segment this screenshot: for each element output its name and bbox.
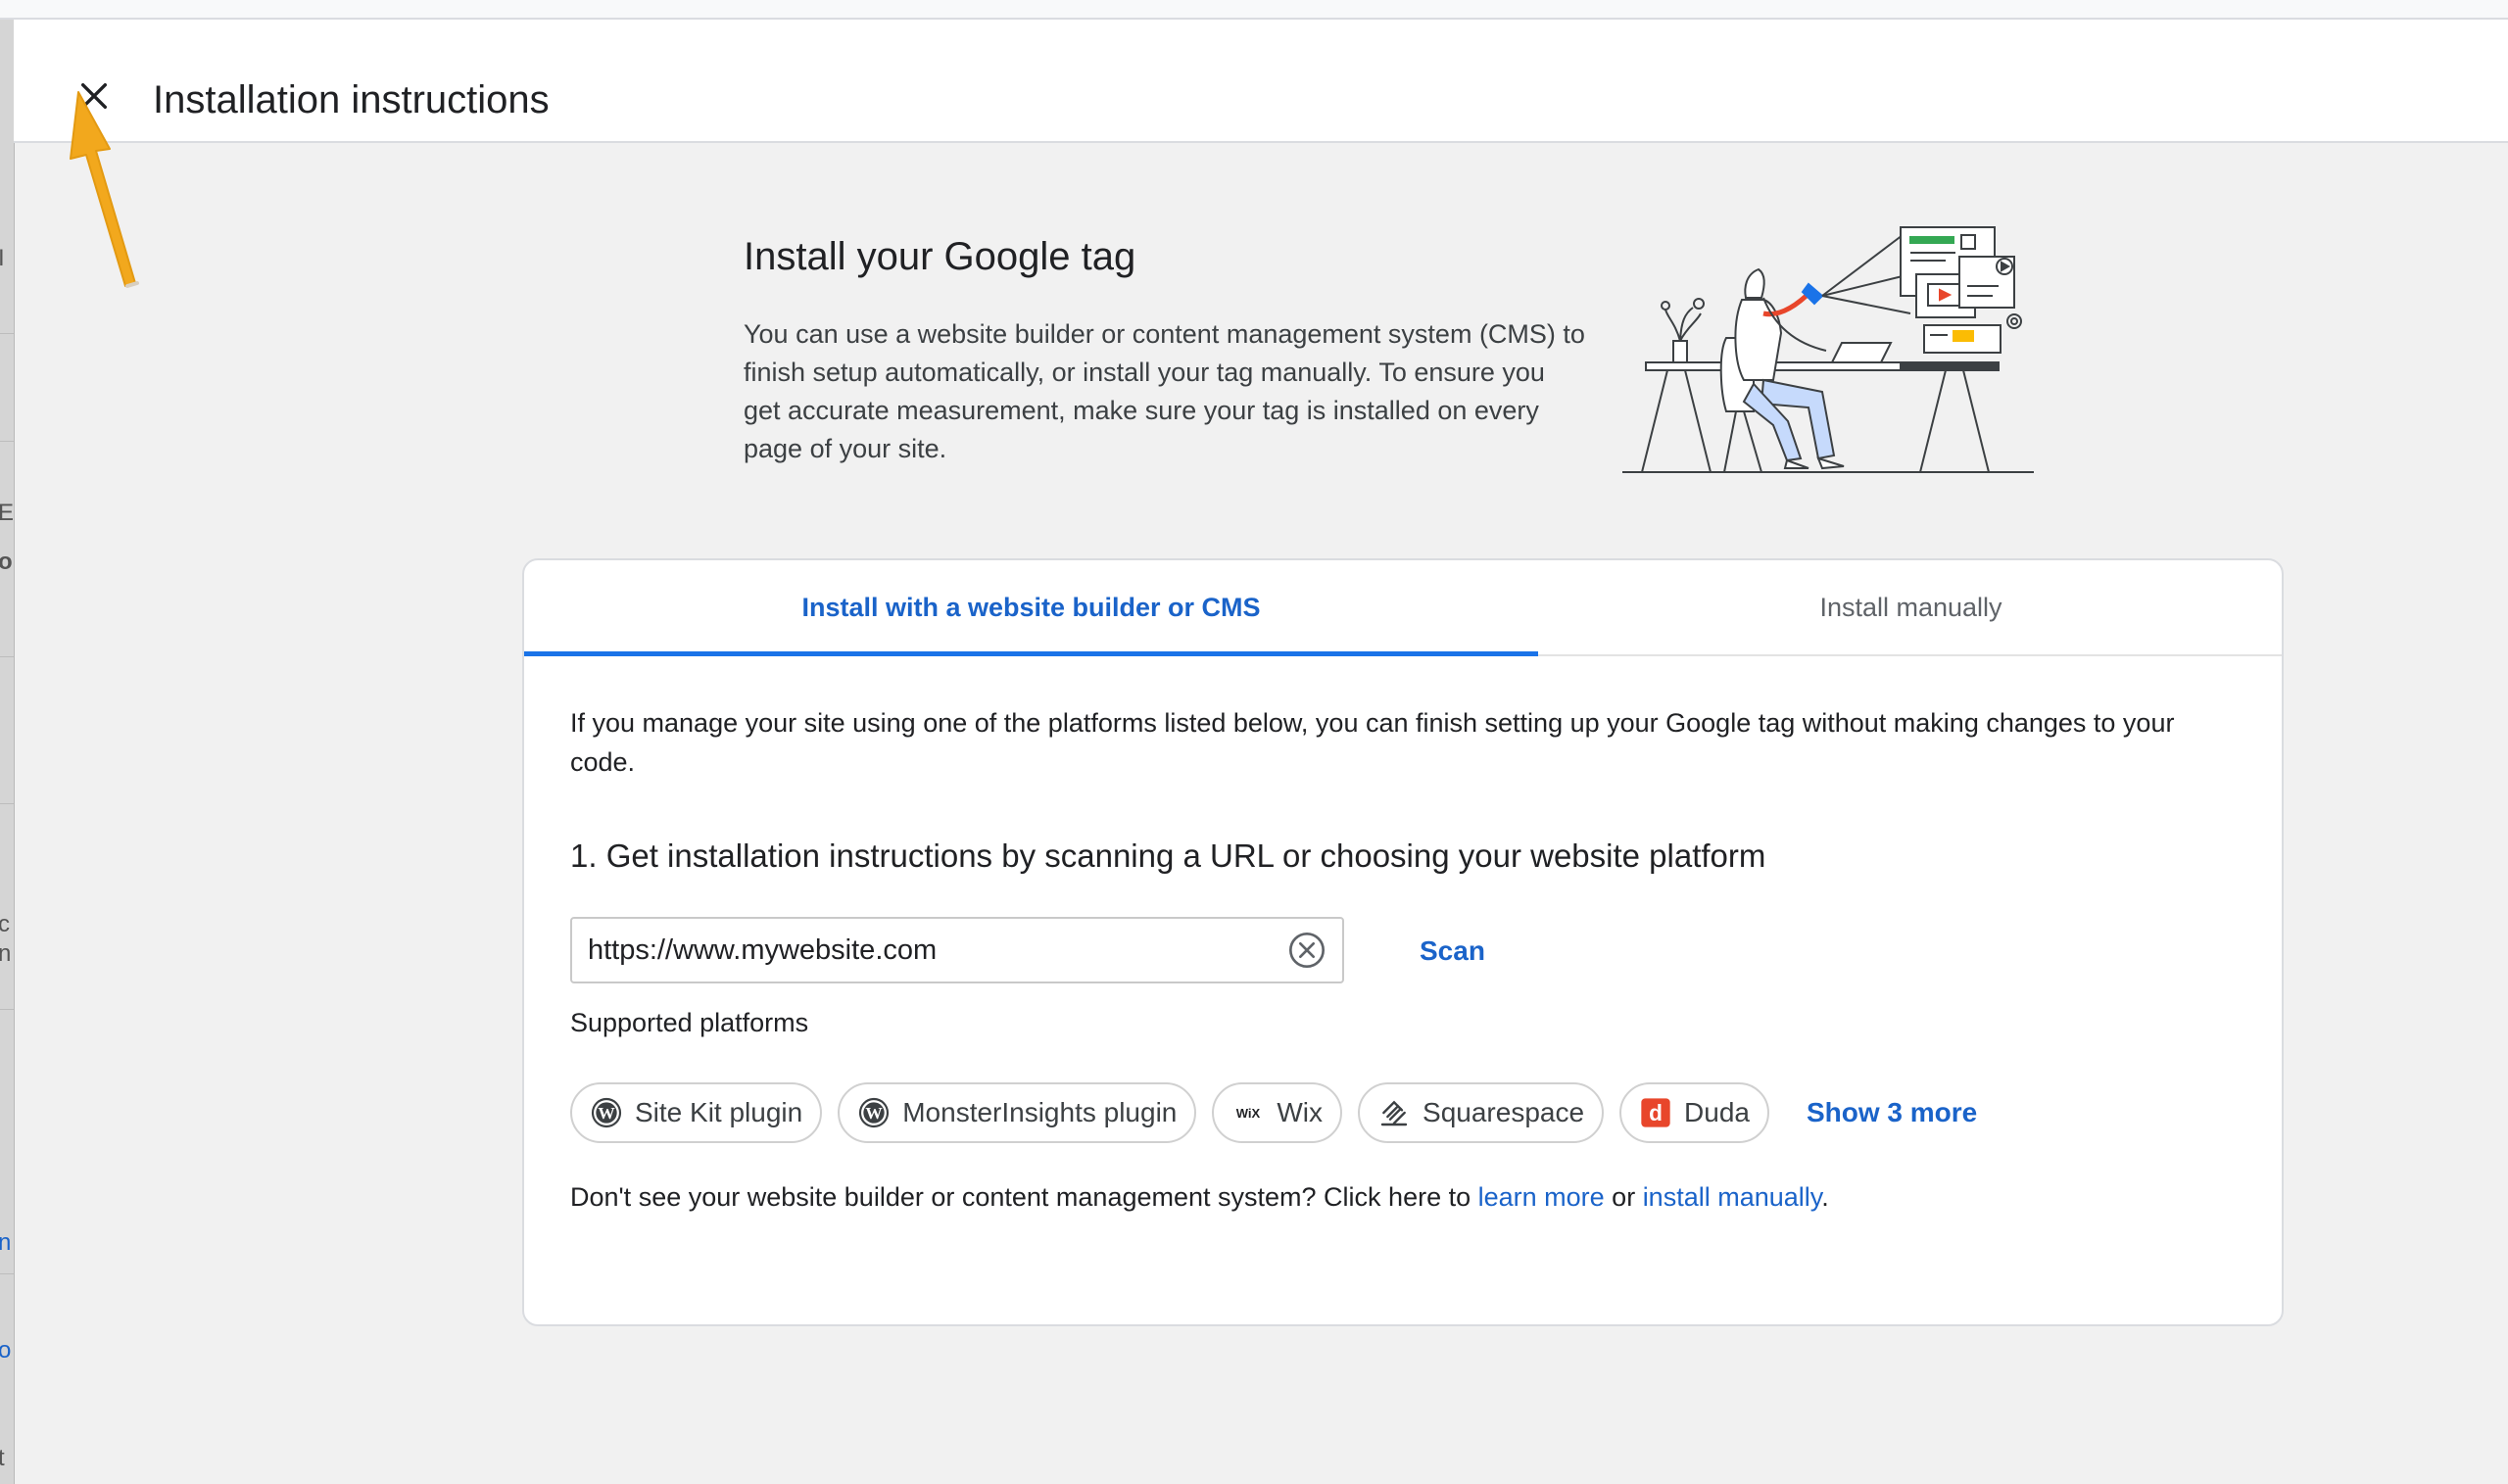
divider — [0, 803, 14, 804]
platform-chip-site-kit[interactable]: W Site Kit plugin — [570, 1082, 823, 1143]
tab-install-manually[interactable]: Install manually — [1538, 560, 2284, 654]
divider — [0, 656, 14, 657]
platform-chip-monsterinsights[interactable]: W MonsterInsights plugin — [838, 1082, 1197, 1143]
tab-website-builder[interactable]: Install with a website builder or CMS — [524, 560, 1538, 656]
hero-description: You can use a website builder or content… — [744, 319, 1585, 463]
platform-chip-squarespace[interactable]: Squarespace — [1358, 1082, 1605, 1143]
platform-chip-duda[interactable]: d Duda — [1619, 1082, 1769, 1143]
background-fragment: E — [0, 500, 14, 527]
background-fragment: c — [0, 911, 10, 938]
dialog-header: Installation instructions — [14, 20, 2508, 143]
background-fragment: I — [0, 245, 5, 272]
svg-text:WiX: WiX — [1236, 1106, 1261, 1121]
learn-more-link[interactable]: learn more — [1478, 1182, 1605, 1212]
platform-label: Squarespace — [1423, 1097, 1585, 1127]
platform-label: MonsterInsights plugin — [902, 1097, 1178, 1127]
dialog-title: Installation instructions — [153, 78, 550, 121]
footer-or: or — [1604, 1182, 1643, 1212]
scan-button[interactable]: Scan — [1406, 924, 1499, 979]
background-fragment: n — [0, 940, 11, 968]
clear-input-button[interactable] — [1278, 921, 1336, 980]
browser-top-strip — [0, 0, 2508, 20]
hero-title: Install your Google tag — [744, 235, 1136, 278]
svg-text:d: d — [1649, 1100, 1663, 1125]
background-fragment: n — [0, 1229, 11, 1257]
svg-text:W: W — [598, 1104, 615, 1123]
clear-icon — [1289, 933, 1325, 968]
install-manually-link[interactable]: install manually — [1643, 1182, 1822, 1212]
person-at-desk-illustration — [1622, 226, 2034, 473]
annotation-arrow-icon — [70, 91, 139, 288]
platform-chip-wix[interactable]: WiX Wix — [1212, 1082, 1343, 1143]
background-fragment: o — [0, 1337, 11, 1364]
url-field — [570, 917, 1344, 983]
divider — [0, 1009, 14, 1010]
platform-label: Wix — [1277, 1097, 1324, 1127]
platform-label: Duda — [1684, 1097, 1750, 1127]
footer-suffix: . — [1821, 1182, 1829, 1212]
divider — [0, 441, 14, 442]
divider — [0, 1273, 14, 1274]
wordpress-icon: W — [590, 1096, 623, 1129]
divider — [0, 333, 14, 334]
wix-icon: WiX — [1231, 1096, 1265, 1129]
tab-bar: Install with a website builder or CMS In… — [524, 560, 2282, 656]
supported-platforms-label: Supported platforms — [570, 1008, 809, 1037]
intro-text: If you manage your site using one of the… — [570, 708, 2175, 777]
footer-prefix: Don't see your website builder or conten… — [570, 1182, 1478, 1212]
duda-icon: d — [1639, 1096, 1672, 1129]
step-title: 1. Get installation instructions by scan… — [570, 838, 1766, 874]
svg-text:W: W — [866, 1104, 884, 1123]
squarespace-icon — [1377, 1096, 1411, 1129]
install-card: Install with a website builder or CMS In… — [522, 558, 2284, 1326]
platform-chips: W Site Kit plugin W MonsterInsights plug… — [570, 1081, 1977, 1144]
platform-label: Site Kit plugin — [635, 1097, 803, 1127]
wordpress-icon: W — [857, 1096, 891, 1129]
background-page-edge: I E o c n n o t — [0, 20, 15, 1484]
url-input[interactable] — [572, 919, 1278, 981]
background-fragment: o — [0, 549, 13, 576]
footer-help-text: Don't see your website builder or conten… — [570, 1177, 1829, 1217]
background-fragment: t — [0, 1445, 5, 1472]
show-more-platforms-link[interactable]: Show 3 more — [1807, 1097, 1977, 1128]
